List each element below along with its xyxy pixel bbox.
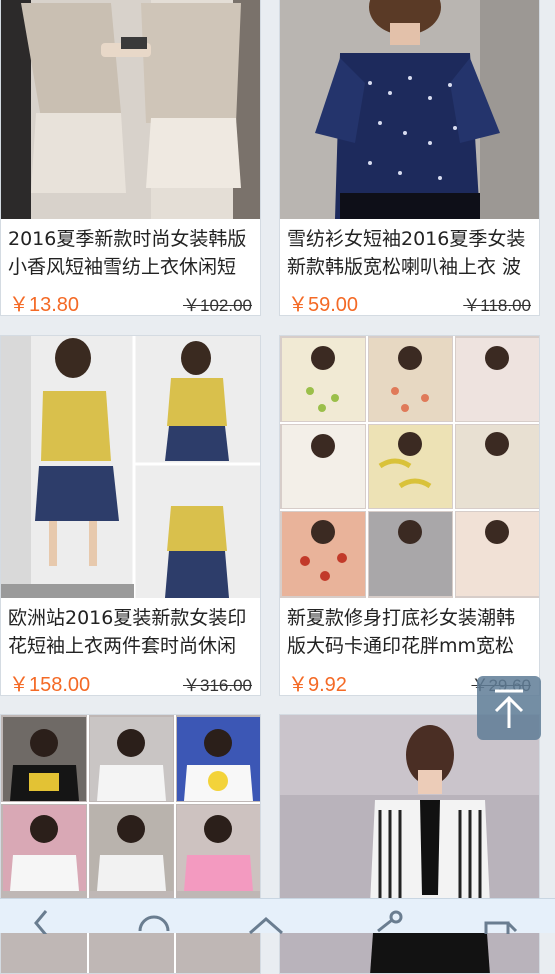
arrow-up-to-line-icon (494, 689, 524, 728)
tabs-icon (484, 921, 518, 935)
product-image[interactable] (1, 715, 260, 973)
product-card[interactable]: 雪纺衫女短袖2016夏季女装新款韩版宽松喇叭袖上衣 波 ￥59.00 ￥118.… (279, 0, 540, 316)
product-price: ￥13.80 (9, 294, 80, 316)
product-card[interactable] (0, 714, 261, 974)
back-button[interactable] (20, 905, 64, 936)
product-card[interactable]: 新夏款修身打底衫女装潮韩版大码卡通印花胖mm宽松 ￥9.92 ￥29.60 (279, 335, 540, 696)
refresh-button[interactable] (132, 905, 176, 934)
bottom-navigation-bar (0, 898, 555, 936)
cartoon-tshirt-photo (1, 715, 260, 973)
beige-outfit-photo (1, 0, 260, 219)
product-title[interactable]: 欧洲站2016夏装新款女装印花短袖上衣两件套时尚休闲 (8, 604, 254, 660)
share-button[interactable] (366, 905, 410, 934)
product-price: ￥9.92 (288, 674, 347, 696)
striped-blouse-photo (280, 715, 539, 973)
product-title[interactable]: 雪纺衫女短袖2016夏季女装新款韩版宽松喇叭袖上衣 波 (287, 225, 533, 281)
yellow-top-photo (1, 336, 260, 598)
product-image[interactable] (1, 0, 260, 219)
refresh-icon (138, 915, 170, 932)
product-card[interactable]: 2016夏季新款时尚女装韩版小香风短袖雪纺上衣休闲短 ￥13.80 ￥102.0… (0, 0, 261, 316)
product-image[interactable] (280, 715, 539, 973)
product-image[interactable] (280, 0, 539, 219)
back-icon (34, 910, 48, 936)
home-button[interactable] (244, 905, 288, 935)
product-image[interactable] (280, 336, 539, 598)
product-title[interactable]: 新夏款修身打底衫女装潮韩版大码卡通印花胖mm宽松 (287, 604, 533, 660)
scroll-to-top-button[interactable] (477, 676, 541, 740)
product-original-price: ￥118.00 (463, 296, 531, 315)
tabs-button[interactable] (478, 905, 522, 935)
navy-blouse-photo (280, 0, 539, 219)
product-price: ￥158.00 (9, 674, 91, 696)
product-original-price: ￥316.00 (183, 676, 252, 695)
product-image[interactable] (1, 336, 260, 598)
product-original-price: ￥102.00 (183, 296, 252, 315)
product-title[interactable]: 2016夏季新款时尚女装韩版小香风短袖雪纺上衣休闲短 (8, 225, 254, 281)
product-card[interactable] (279, 714, 540, 974)
home-icon (249, 917, 283, 935)
product-price: ￥59.00 (288, 294, 359, 316)
product-card[interactable]: 欧洲站2016夏装新款女装印花短袖上衣两件套时尚休闲 ￥158.00 ￥316.… (0, 335, 261, 696)
share-icon (377, 910, 403, 933)
printed-tshirts-photo (280, 336, 539, 598)
